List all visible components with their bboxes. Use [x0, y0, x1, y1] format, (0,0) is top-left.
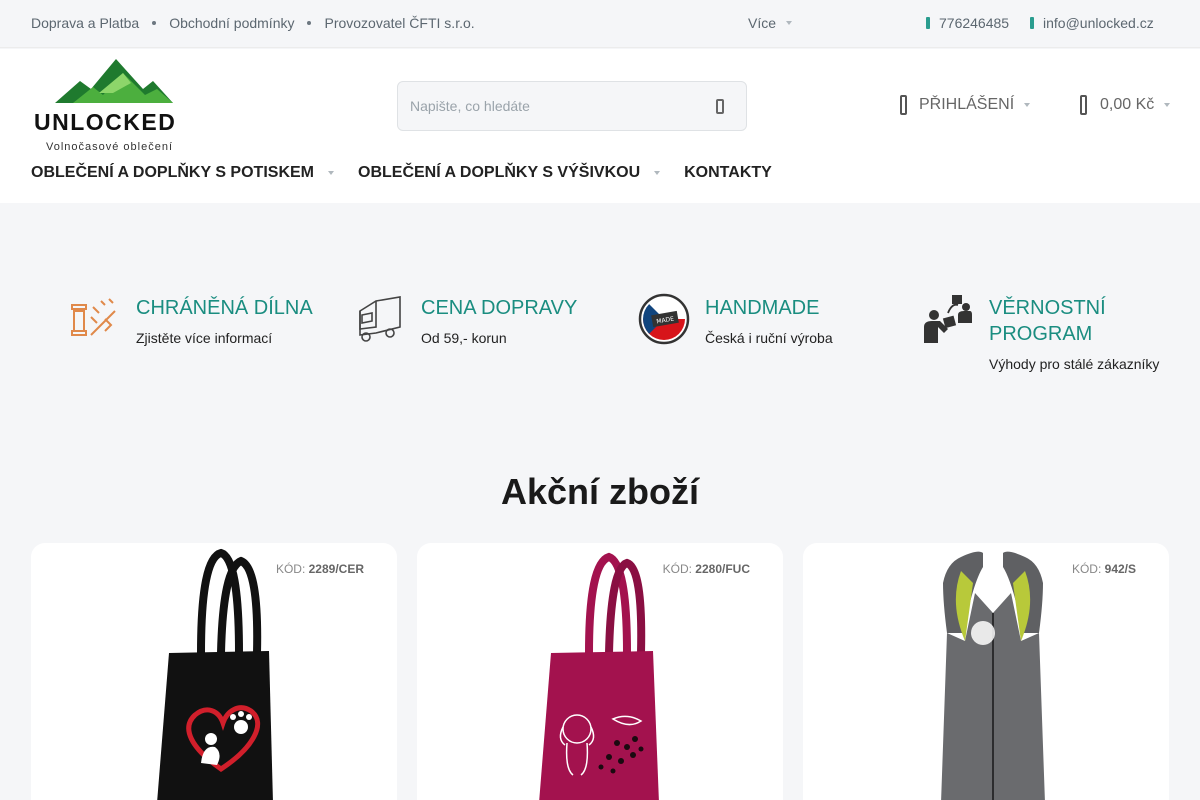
- search-icon[interactable]: [716, 99, 724, 114]
- top-links: Doprava a Platba Obchodní podmínky Provo…: [31, 15, 475, 31]
- benefit-description: Výhody pro stálé zákazníky: [989, 356, 1160, 372]
- login-button[interactable]: PŘIHLÁŠENÍ: [900, 95, 1031, 115]
- header: UNLOCKED Volnočasové oblečení PŘIHLÁŠENÍ…: [0, 49, 1200, 203]
- top-bar: Doprava a Platba Obchodní podmínky Provo…: [0, 0, 1200, 48]
- main-navigation: OBLEČENÍ A DOPLŇKY S POTISKEM OBLEČENÍ A…: [31, 164, 772, 182]
- nav-item-print[interactable]: OBLEČENÍ A DOPLŇKY S POTISKEM: [31, 164, 358, 182]
- benefit-title: CHRÁNĚNÁ DÍLNA: [136, 297, 313, 319]
- user-icon: [900, 95, 907, 115]
- more-dropdown[interactable]: Více: [748, 15, 793, 31]
- logo-text: UNLOCKED: [34, 109, 177, 135]
- benefit-title: VĚRNOSTNÍ PROGRAM: [989, 297, 1106, 345]
- product-card[interactable]: KÓD: 942/S: [803, 543, 1169, 800]
- chevron-down-icon: [1164, 103, 1171, 107]
- softshell-vest-image: [941, 551, 1045, 800]
- truck-icon: [359, 296, 401, 342]
- benefit-title: CENA DOPRAVY: [421, 297, 578, 319]
- phone-icon: [926, 17, 930, 29]
- benefit-description: Od 59,- korun: [421, 330, 507, 346]
- cart-button[interactable]: 0,00 Kč: [1080, 95, 1171, 115]
- chevron-down-icon: [654, 171, 661, 175]
- nav-label: OBLEČENÍ A DOPLŇKY S POTISKEM: [31, 164, 314, 181]
- email-address: info@unlocked.cz: [1043, 15, 1154, 31]
- product-card[interactable]: KÓD: 2289/CER: [31, 543, 397, 800]
- email-contact[interactable]: info@unlocked.cz: [1030, 15, 1154, 31]
- phone-number: 776246485: [939, 15, 1010, 31]
- link-operator[interactable]: Provozovatel ČFTI s.r.o.: [324, 15, 474, 31]
- search-box: [397, 81, 747, 131]
- cart-total: 0,00 Kč: [1100, 96, 1155, 113]
- czech-handmade-badge-icon: MADE: [638, 293, 690, 345]
- benefit-title: HANDMADE: [705, 297, 820, 319]
- tote-bag-image: [157, 548, 273, 800]
- loyalty-icon: [924, 295, 972, 343]
- nav-label: OBLEČENÍ A DOPLŇKY S VÝŠIVKOU: [358, 164, 641, 181]
- tote-bag-image: [539, 552, 659, 800]
- cart-icon: [1080, 95, 1087, 115]
- benefit-description: Česká i ruční výroba: [705, 330, 833, 346]
- nav-item-embroidery[interactable]: OBLEČENÍ A DOPLŇKY S VÝŠIVKOU: [358, 164, 684, 182]
- nav-label: KONTAKTY: [684, 164, 772, 181]
- chevron-down-icon: [786, 21, 793, 25]
- product-card[interactable]: KÓD: 2280/FUC: [417, 543, 783, 800]
- link-shipping-payment[interactable]: Doprava a Platba: [31, 15, 139, 31]
- phone-contact[interactable]: 776246485: [926, 15, 1009, 31]
- logo-subtitle: Volnočasové oblečení: [46, 141, 174, 153]
- separator-dot: [152, 21, 157, 25]
- chevron-down-icon: [1024, 103, 1031, 107]
- benefit-description: Zjistěte více informací: [136, 330, 273, 346]
- envelope-icon: [1030, 17, 1034, 29]
- more-label: Více: [748, 15, 777, 31]
- search-input[interactable]: [410, 96, 700, 116]
- chevron-down-icon: [328, 171, 334, 175]
- nav-item-contacts[interactable]: KONTAKTY: [684, 164, 772, 182]
- separator-dot: [307, 21, 312, 25]
- login-label: PŘIHLÁŠENÍ: [919, 96, 1015, 113]
- section-title: Akční zboží: [500, 471, 700, 512]
- link-terms[interactable]: Obchodní podmínky: [169, 15, 294, 31]
- workshop-icon: [71, 298, 116, 336]
